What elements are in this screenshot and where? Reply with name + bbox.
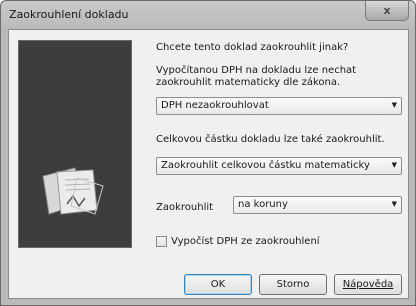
question-text: Chcete tento doklad zaokrouhlit jinak? <box>156 42 349 53</box>
vat-rounding-select[interactable]: DPH nezaokrouhlovat ▼ <box>156 97 402 115</box>
vat-from-rounding-checkbox[interactable] <box>156 236 167 247</box>
dropdown-arrow-icon: ▼ <box>391 161 397 169</box>
help-button-label: Nápověda <box>342 279 394 290</box>
round-label: Zaokrouhlit <box>156 202 214 213</box>
vat-from-rounding-label[interactable]: Vypočíst DPH ze zaokrouhlení <box>171 236 320 248</box>
ok-button[interactable]: OK <box>184 274 252 295</box>
side-illustration <box>18 40 132 248</box>
dropdown-arrow-icon: ▼ <box>391 200 397 208</box>
close-icon: x <box>383 4 391 17</box>
title-bar[interactable]: Zaokrouhlení dokladu x <box>1 1 415 29</box>
cancel-button[interactable]: Storno <box>259 274 327 295</box>
document-icon <box>42 167 104 215</box>
help-button[interactable]: Nápověda <box>334 274 402 295</box>
vat-description: Vypočítanou DPH na dokladu lze nechat za… <box>156 65 357 88</box>
dropdown-arrow-icon: ▼ <box>391 101 397 109</box>
total-description: Celkovou částku dokladu lze také zaokrou… <box>156 134 385 145</box>
dialog-body: Chcete tento doklad zaokrouhlit jinak? V… <box>8 29 409 299</box>
round-unit-value: na koruny <box>238 199 288 210</box>
dialog-window: Zaokrouhlení dokladu x Chcete tento dokl… <box>0 0 416 306</box>
close-button[interactable]: x <box>365 1 409 21</box>
vat-rounding-value: DPH nezaokrouhlovat <box>161 100 269 111</box>
total-rounding-select[interactable]: Zaokrouhlit celkovou částku matematicky … <box>156 157 402 175</box>
total-rounding-value: Zaokrouhlit celkovou částku matematicky <box>161 160 370 171</box>
window-title: Zaokrouhlení dokladu <box>9 8 129 21</box>
round-unit-select[interactable]: na koruny ▼ <box>233 196 402 214</box>
